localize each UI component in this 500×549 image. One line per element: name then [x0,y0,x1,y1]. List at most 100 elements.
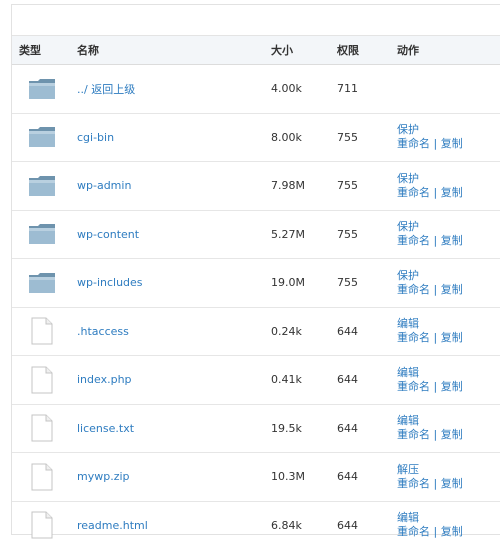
table-row[interactable]: .htaccess 0.24k644编辑重命名 | 复制 [12,307,500,356]
file-icon [31,366,53,394]
type-cell [12,65,77,114]
type-cell [12,210,77,259]
protect-link[interactable]: 保护 [397,269,419,282]
rename-link[interactable]: 重命名 [397,186,430,199]
rename-link[interactable]: 重命名 [397,477,430,490]
size-cell: 4.00k [271,65,337,114]
action-cell: 保护重命名 | 复制 [397,162,500,211]
permission-cell[interactable]: 644 [337,307,397,356]
rename-link[interactable]: 重命名 [397,525,430,538]
copy-link[interactable]: 复制 [441,477,463,490]
protect-link[interactable]: 保护 [397,123,419,136]
name-cell: readme.html [77,501,271,549]
copy-link[interactable]: 复制 [441,186,463,199]
edit-link[interactable]: 编辑 [397,366,419,379]
table-row[interactable]: wp-admin 7.98M755保护重命名 | 复制 [12,162,500,211]
permission-cell[interactable]: 755 [337,210,397,259]
name-cell: wp-content [77,210,271,259]
protect-link[interactable]: 保护 [397,220,419,233]
copy-link[interactable]: 复制 [441,234,463,247]
rename-link[interactable]: 重命名 [397,331,430,344]
size-cell: 0.24k [271,307,337,356]
file-icon [31,511,53,539]
column-header-size[interactable]: 大小 [271,36,337,65]
permission-cell[interactable]: 644 [337,404,397,453]
permission-cell[interactable]: 711 [337,65,397,114]
edit-link[interactable]: 编辑 [397,414,419,427]
table-row[interactable]: mywp.zip10.3M644解压重命名 | 复制 [12,453,500,502]
folder-icon [28,77,56,101]
permission-cell[interactable]: 644 [337,453,397,502]
file-name-link[interactable]: readme.html [77,519,148,532]
rename-link[interactable]: 重命名 [397,428,430,441]
column-header-action: 动作 [397,36,500,65]
name-cell: cgi-bin [77,113,271,162]
permission-cell[interactable]: 755 [337,259,397,308]
edit-link[interactable]: 编辑 [397,511,419,524]
copy-link[interactable]: 复制 [441,525,463,538]
table-header-row: 类型 名称 大小 权限 动作 [12,36,500,65]
table-row[interactable]: ../ 返回上级 4.00k711 [12,65,500,114]
table-row[interactable]: index.php0.41k644编辑重命名 | 复制 [12,356,500,405]
permission-cell[interactable]: 755 [337,162,397,211]
folder-name-link[interactable]: wp-content [77,228,139,241]
folder-name-link[interactable]: wp-includes [77,276,143,289]
size-cell: 5.27M [271,210,337,259]
action-cell: 保护重命名 | 复制 [397,259,500,308]
folder-icon [28,125,56,149]
action-cell: 保护重命名 | 复制 [397,210,500,259]
edit-link[interactable]: 编辑 [397,317,419,330]
copy-link[interactable]: 复制 [441,380,463,393]
type-cell [12,501,77,549]
copy-link[interactable]: 复制 [441,428,463,441]
folder-name-link[interactable]: cgi-bin [77,131,114,144]
table-row[interactable]: cgi-bin 8.00k755保护重命名 | 复制 [12,113,500,162]
rename-link[interactable]: 重命名 [397,283,430,296]
action-cell: 编辑重命名 | 复制 [397,356,500,405]
file-table: 类型 名称 大小 权限 动作 ../ 返回上级 4.00k711 cgi-bin 8… [12,36,500,549]
copy-link[interactable]: 复制 [441,283,463,296]
action-cell: 编辑重命名 | 复制 [397,404,500,453]
permission-cell[interactable]: 755 [337,113,397,162]
permission-cell[interactable]: 644 [337,501,397,549]
table-row[interactable]: license.txt 19.5k644编辑重命名 | 复制 [12,404,500,453]
action-cell: 编辑重命名 | 复制 [397,307,500,356]
file-name-link[interactable]: .htaccess [77,325,129,338]
copy-link[interactable]: 复制 [441,331,463,344]
size-cell: 7.98M [271,162,337,211]
file-icon [31,414,53,442]
column-header-type: 类型 [12,36,77,65]
extract-link[interactable]: 解压 [397,463,419,476]
rename-link[interactable]: 重命名 [397,234,430,247]
rename-link[interactable]: 重命名 [397,380,430,393]
action-cell: 保护重命名 | 复制 [397,113,500,162]
size-cell: 19.5k [271,404,337,453]
rename-link[interactable]: 重命名 [397,137,430,150]
name-cell: license.txt [77,404,271,453]
column-header-permission[interactable]: 权限 [337,36,397,65]
copy-link[interactable]: 复制 [441,137,463,150]
size-cell: 8.00k [271,113,337,162]
protect-link[interactable]: 保护 [397,172,419,185]
table-row[interactable]: wp-content 5.27M755保护重命名 | 复制 [12,210,500,259]
folder-icon [28,271,56,295]
folder-name-link[interactable]: wp-admin [77,179,131,192]
action-separator: | [434,331,438,344]
folder-icon [28,174,56,198]
type-cell [12,113,77,162]
action-cell [397,65,500,114]
column-header-name[interactable]: 名称 [77,36,271,65]
table-row[interactable]: readme.html6.84k644编辑重命名 | 复制 [12,501,500,549]
file-icon [31,463,53,491]
permission-cell[interactable]: 644 [337,356,397,405]
name-cell: wp-includes [77,259,271,308]
file-name-link[interactable]: mywp.zip [77,470,130,483]
folder-name-link[interactable]: ../ 返回上级 [77,83,135,96]
file-name-link[interactable]: license.txt [77,422,134,435]
table-row[interactable]: wp-includes 19.0M755保护重命名 | 复制 [12,259,500,308]
size-cell: 10.3M [271,453,337,502]
file-name-link[interactable]: index.php [77,373,132,386]
type-cell [12,453,77,502]
action-separator: | [434,137,438,150]
size-cell: 19.0M [271,259,337,308]
